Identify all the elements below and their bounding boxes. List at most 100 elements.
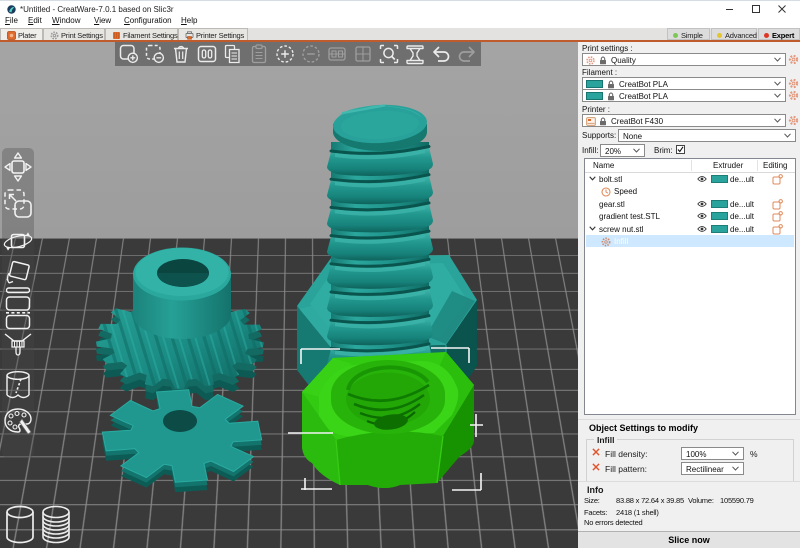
paste-icon[interactable] <box>248 43 270 65</box>
screw-nut-model[interactable] <box>302 352 474 488</box>
settings-panel: Print settings : Quality Filament : Crea… <box>578 42 800 548</box>
chevron-down-icon <box>633 148 640 153</box>
split-parts-icon[interactable] <box>352 43 374 65</box>
app-logo-icon <box>7 5 16 14</box>
printer-gear-button[interactable] <box>788 115 799 126</box>
infill-combo[interactable]: 20% <box>600 144 645 157</box>
edit-object-icon[interactable] <box>772 224 783 235</box>
add-instance-icon[interactable] <box>274 43 296 65</box>
fill-pattern-combo[interactable]: Rectilinear <box>681 462 744 475</box>
slice-now-button[interactable]: Slice now <box>578 531 800 548</box>
split-objects-icon[interactable] <box>326 43 348 65</box>
filament-1-gear-button[interactable] <box>788 78 799 89</box>
mode-simple-button[interactable]: Simple <box>667 28 710 40</box>
extruder-color-swatch[interactable] <box>711 200 728 208</box>
tree-row-bolt[interactable]: bolt.stl de...ult <box>586 173 794 185</box>
visibility-eye-icon[interactable] <box>697 212 707 220</box>
paint-tool-icon[interactable] <box>2 332 34 364</box>
tree-row-screw-nut[interactable]: screw nut.stl de...ult <box>586 223 794 235</box>
tab-print-settings[interactable]: Print Settings <box>43 28 105 40</box>
cut-tool-icon[interactable] <box>2 287 34 331</box>
remove-setting-icon[interactable] <box>592 463 600 471</box>
menu-configuration[interactable]: Configuration <box>124 16 172 25</box>
arrange-icon[interactable] <box>196 43 218 65</box>
extruder-color-swatch[interactable] <box>711 212 728 220</box>
minimize-button[interactable] <box>726 1 750 17</box>
place-on-face-tool-icon[interactable] <box>2 260 34 288</box>
tree-row-gear[interactable]: gear.stl de...ult <box>586 198 794 210</box>
visibility-eye-icon[interactable] <box>697 175 707 183</box>
menu-file[interactable]: File <box>5 16 18 25</box>
move-tool-icon[interactable] <box>2 150 34 186</box>
3d-viewport[interactable] <box>0 42 578 548</box>
add-object-icon[interactable] <box>118 43 140 65</box>
lock-icon <box>599 117 607 126</box>
close-button[interactable] <box>778 1 800 17</box>
tree-row-gradient[interactable]: gradient test.STL de...ult <box>586 210 794 222</box>
seam-tool-icon[interactable] <box>2 369 34 403</box>
col-editing: Editing <box>763 161 787 170</box>
rotate-tool-icon[interactable] <box>2 224 34 260</box>
copy-icon[interactable] <box>222 43 244 65</box>
solid-view-icon[interactable] <box>4 504 36 546</box>
chevron-down-icon <box>774 118 781 123</box>
info-title: Info <box>587 485 604 495</box>
mode-expert-button[interactable]: Expert <box>758 28 800 40</box>
filament-combo-2[interactable]: CreatBot PLA <box>582 89 786 102</box>
extruder-color-swatch[interactable] <box>711 175 728 183</box>
edit-object-icon[interactable] <box>772 174 783 185</box>
mode-advanced-button[interactable]: Advanced <box>711 28 757 40</box>
color-palette-tool-icon[interactable] <box>2 406 34 440</box>
layers-view-icon[interactable] <box>40 504 72 546</box>
brim-label: Brim: <box>654 146 673 155</box>
remove-instance-icon[interactable] <box>300 43 322 65</box>
visibility-eye-icon[interactable] <box>697 225 707 233</box>
lock-icon <box>607 80 615 89</box>
extruder-color-swatch[interactable] <box>711 225 728 233</box>
menu-view[interactable]: View <box>94 16 111 25</box>
gear-model[interactable] <box>96 248 291 403</box>
tab-plater[interactable]: Plater <box>0 28 43 40</box>
zoom-fit-icon[interactable] <box>378 43 400 65</box>
delete-all-icon[interactable] <box>170 43 192 65</box>
tab-filament-settings[interactable]: Filament Settings <box>105 28 178 40</box>
scale-tool-icon[interactable] <box>2 187 34 223</box>
advanced-dot-icon <box>717 33 722 38</box>
fill-pattern-label: Fill pattern: <box>605 464 647 474</box>
menu-window[interactable]: Window <box>52 16 80 25</box>
chevron-down-icon <box>784 133 791 138</box>
fill-pattern-row: Fill pattern: Rectilinear <box>592 462 792 475</box>
creatware-window: *Untitled - CreatWare-7.0.1 based on Sli… <box>0 0 800 548</box>
filament-color-swatch <box>586 92 603 100</box>
print-settings-gear-button[interactable] <box>788 54 799 65</box>
expander-icon[interactable] <box>589 176 596 181</box>
tab-printer-settings[interactable]: Printer Settings <box>178 28 248 40</box>
filament-2-gear-button[interactable] <box>788 90 799 101</box>
brim-checkbox[interactable] <box>676 145 685 154</box>
remove-object-icon[interactable] <box>144 43 166 65</box>
star-gear-model[interactable] <box>102 390 261 492</box>
edit-object-icon[interactable] <box>772 211 783 222</box>
filament-color-swatch <box>586 80 603 88</box>
infill-group-label: Infill <box>594 435 617 445</box>
printer-combo[interactable]: CreatBot F430 <box>582 114 786 127</box>
maximize-button[interactable] <box>752 1 776 17</box>
visibility-eye-icon[interactable] <box>697 200 707 208</box>
fill-density-row: Fill density: 100% % <box>592 447 792 460</box>
supports-combo[interactable]: None <box>618 129 796 142</box>
tree-row-speed[interactable]: Speed <box>586 185 794 197</box>
menu-help[interactable]: Help <box>181 16 197 25</box>
remove-setting-icon[interactable] <box>592 448 600 456</box>
cut-icon[interactable] <box>404 43 426 65</box>
undo-icon[interactable] <box>430 43 452 65</box>
menu-edit[interactable]: Edit <box>28 16 42 25</box>
chevron-down-icon <box>774 57 781 62</box>
redo-icon[interactable] <box>456 43 478 65</box>
edit-object-icon[interactable] <box>772 199 783 210</box>
facets-value: 2418 (1 shell) <box>616 508 659 517</box>
expert-dot-icon <box>764 33 769 38</box>
print-settings-combo[interactable]: Quality <box>582 53 786 66</box>
expander-icon[interactable] <box>589 226 596 231</box>
tree-row-infill-selected[interactable]: Infill <box>586 235 794 247</box>
fill-density-combo[interactable]: 100% <box>681 447 744 460</box>
